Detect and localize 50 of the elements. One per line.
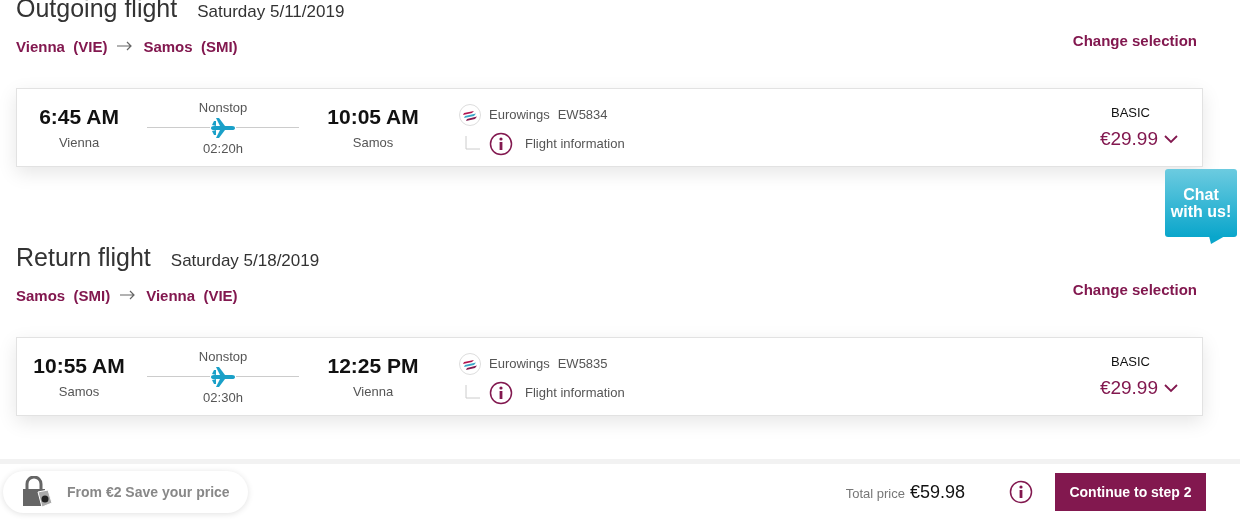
- flight-information-link[interactable]: Flight information: [525, 385, 625, 400]
- arrival-time: 10:05 AM: [327, 105, 419, 129]
- fare-price-dropdown[interactable]: €29.99: [1099, 128, 1178, 150]
- departure-time: 10:55 AM: [33, 354, 125, 378]
- connector-line: [465, 384, 481, 401]
- save-price-button[interactable]: From €2 Save your price: [3, 471, 248, 513]
- flight-duration: 02:30h: [203, 389, 243, 405]
- airplane-icon: [210, 365, 236, 388]
- flight-date: Saturday 5/18/2019: [170, 251, 320, 271]
- stops-label: Nonstop: [198, 348, 248, 364]
- origin-airport: Vienna (VIE): [16, 37, 108, 55]
- section-title: Return flight: [16, 243, 151, 272]
- stops-label: Nonstop: [198, 99, 248, 115]
- destination-airport: Samos (SMI): [143, 37, 238, 55]
- chevron-down-icon: [1164, 134, 1178, 144]
- arrow-right-icon: [120, 290, 137, 300]
- flight-duration: 02:20h: [203, 140, 243, 156]
- info-icon[interactable]: [489, 131, 513, 156]
- connector-line: [465, 135, 481, 152]
- destination-airport: Vienna (VIE): [146, 286, 238, 304]
- departure-time: 6:45 AM: [39, 105, 119, 129]
- chevron-down-icon: [1164, 383, 1178, 393]
- arrow-right-icon: [117, 41, 134, 51]
- fare-price-dropdown[interactable]: €29.99: [1099, 377, 1178, 399]
- flight-date: Saturday 5/11/2019: [197, 2, 345, 22]
- airline-name: Eurowings: [489, 107, 550, 122]
- airline-name: Eurowings: [489, 356, 550, 371]
- total-price: €59.98: [909, 481, 965, 503]
- airline-logo-icon: [459, 103, 481, 126]
- fare-class: BASIC: [1111, 105, 1150, 120]
- flight-number: EW5834: [557, 107, 608, 122]
- airplane-icon: [210, 116, 236, 139]
- lock-with-euro-tag-icon: [21, 476, 53, 508]
- speech-tail-icon: [1209, 236, 1225, 245]
- flight-information-link[interactable]: Flight information: [525, 136, 625, 151]
- arrival-city: Samos: [352, 135, 394, 150]
- airline-logo-icon: [459, 352, 481, 375]
- change-selection-link[interactable]: Change selection: [1072, 31, 1197, 49]
- info-icon[interactable]: [489, 380, 513, 405]
- total-price-label: Total price: [845, 485, 905, 501]
- flight-number: EW5835: [557, 356, 608, 371]
- departure-city: Vienna: [58, 135, 100, 150]
- change-selection-link[interactable]: Change selection: [1072, 280, 1197, 298]
- arrival-city: Vienna: [352, 384, 394, 399]
- continue-button[interactable]: Continue to step 2: [1055, 473, 1206, 511]
- fare-class: BASIC: [1111, 354, 1150, 369]
- departure-city: Samos: [58, 384, 100, 399]
- origin-airport: Samos (SMI): [16, 286, 111, 304]
- arrival-time: 12:25 PM: [327, 354, 419, 378]
- info-icon[interactable]: [1009, 480, 1033, 504]
